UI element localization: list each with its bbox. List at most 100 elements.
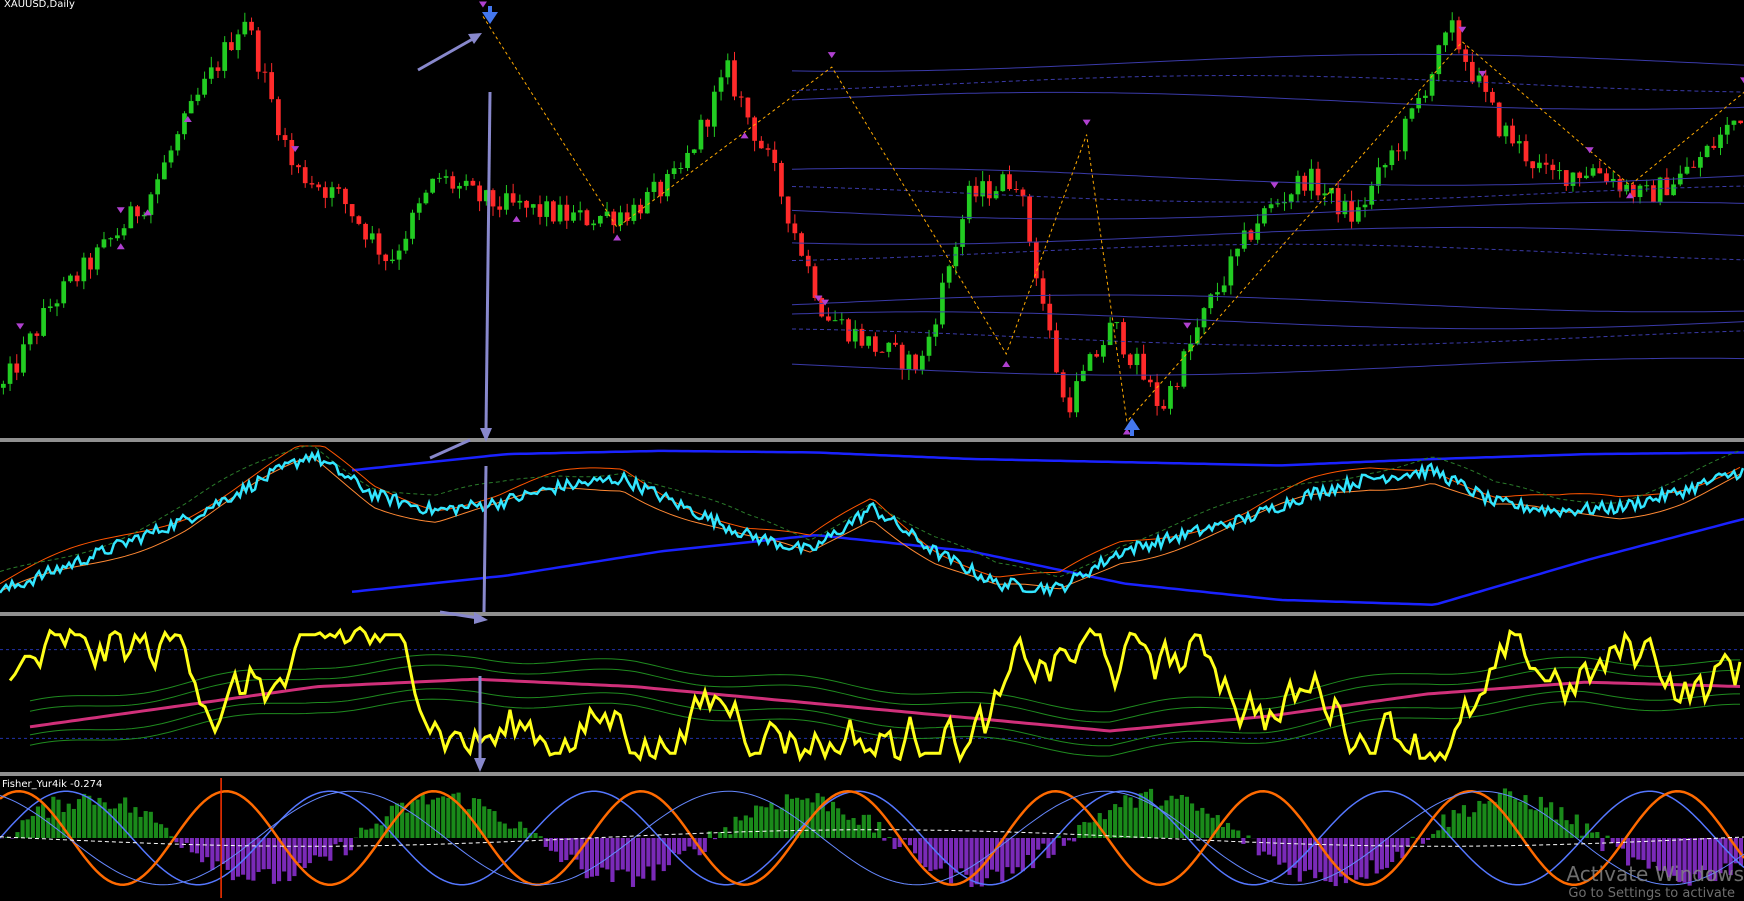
fisher-histogram-bar	[415, 800, 419, 838]
candle-body	[383, 255, 388, 261]
fisher-histogram-bar	[1590, 833, 1594, 838]
candle-body	[1658, 178, 1663, 203]
candle-body	[437, 178, 442, 179]
annotation-arrowhead	[468, 33, 482, 44]
fisher-histogram-bar	[138, 817, 142, 838]
fisher-histogram-bar	[1375, 838, 1379, 873]
candle-body	[202, 79, 207, 95]
candle-body	[1061, 372, 1066, 397]
candle-body	[678, 168, 683, 169]
candle-body	[95, 247, 100, 269]
candle-body	[1161, 406, 1166, 409]
candle-body	[772, 150, 777, 163]
sell-signal-arrow	[482, 6, 498, 24]
fisher-histogram-bar	[72, 809, 76, 838]
fisher-histogram-bar	[503, 824, 507, 838]
candle-body	[1604, 173, 1609, 182]
fisher-histogram-bar	[1529, 809, 1533, 838]
candle-body	[598, 216, 603, 223]
fisher-histogram-bar	[1272, 838, 1276, 856]
fisher-histogram-bar	[364, 830, 368, 838]
fisher-histogram-bar	[1364, 838, 1368, 879]
fisher-histogram-bar	[657, 838, 661, 864]
candle-body	[524, 201, 529, 208]
candle-body	[1423, 96, 1428, 98]
fisher-histogram-bar	[31, 816, 35, 838]
fisher-histogram-bar	[1164, 800, 1168, 838]
fisher-histogram-bar	[133, 807, 137, 838]
fisher-histogram-bar	[1072, 838, 1076, 841]
fisher-histogram-bar	[1390, 838, 1394, 862]
fisher-histogram-bar	[780, 808, 784, 838]
fisher-histogram-bar	[682, 838, 686, 851]
momentum-indicator-panel	[0, 446, 1744, 605]
candle-body	[1068, 397, 1073, 412]
fisher-histogram-bar	[1062, 838, 1066, 846]
fisher-histogram-bar	[405, 813, 409, 838]
fractal-arrow	[117, 207, 125, 213]
fisher-histogram-bar	[1067, 838, 1071, 840]
fisher-histogram-bar	[410, 801, 414, 838]
candle-body	[886, 343, 891, 352]
moving-average-line	[0, 446, 1740, 577]
candle-body	[1691, 167, 1696, 168]
candle-body	[953, 247, 958, 266]
candle-body	[632, 205, 637, 221]
candle-body	[128, 206, 133, 228]
candle-body	[155, 179, 160, 194]
candle-body	[712, 92, 717, 127]
candle-body	[149, 194, 154, 215]
fisher-histogram-bar	[457, 793, 461, 838]
candle-body	[813, 266, 818, 298]
candle-body	[685, 153, 690, 168]
candle-body	[108, 238, 113, 239]
candle-body	[638, 205, 643, 214]
fractal-arrow	[512, 216, 520, 222]
fisher-histogram-bar	[262, 838, 266, 869]
candle-body	[102, 239, 107, 247]
candle-body	[1054, 330, 1059, 372]
fisher-histogram-bar	[1036, 838, 1040, 850]
fisher-histogram-bar	[1077, 825, 1081, 838]
candle-body	[504, 193, 509, 209]
fisher-histogram-bar	[374, 824, 378, 838]
fisher-histogram-bar	[1277, 838, 1281, 865]
fisher-histogram-bar	[867, 815, 871, 838]
candle-body	[719, 77, 724, 91]
candle-body	[967, 186, 972, 219]
fractal-arrow	[741, 132, 749, 138]
fisher-histogram-bar	[1477, 801, 1481, 838]
candle-body	[839, 319, 844, 320]
fisher-histogram-bar	[1426, 838, 1430, 840]
fisher-histogram-bar	[1021, 838, 1025, 871]
fisher-histogram-bar	[1354, 838, 1358, 880]
fisher-histogram-bar	[857, 825, 861, 838]
annotation-arrow	[484, 466, 486, 612]
candle-body	[1249, 231, 1254, 240]
fisher-histogram-bar	[1231, 830, 1235, 838]
envelope-line	[792, 244, 1744, 260]
candle-body	[1477, 76, 1482, 82]
panel-separators[interactable]	[0, 438, 1744, 776]
envelope-line	[792, 92, 1744, 109]
candle-body	[1, 384, 6, 388]
candle-body	[1510, 126, 1515, 144]
candle-body	[477, 186, 482, 202]
fisher-histogram-bar	[533, 833, 537, 838]
candle-body	[1591, 168, 1596, 175]
candle-body	[1343, 201, 1348, 214]
panel-separator	[0, 612, 1744, 616]
fisher-histogram-bar	[590, 838, 594, 877]
fisher-histogram-bar	[1595, 832, 1599, 838]
fractal-arrow	[1083, 120, 1091, 126]
candle-body	[1483, 76, 1488, 92]
fisher-histogram-bar	[1457, 813, 1461, 838]
annotation-arrows	[418, 33, 492, 772]
fisher-histogram-bar	[1467, 817, 1471, 838]
chart-canvas[interactable]	[0, 0, 1744, 898]
candle-body	[35, 333, 40, 335]
fisher-histogram-bar	[328, 838, 332, 861]
candle-body	[410, 213, 415, 239]
candle-body	[1255, 223, 1260, 239]
candle-body	[1463, 49, 1468, 62]
